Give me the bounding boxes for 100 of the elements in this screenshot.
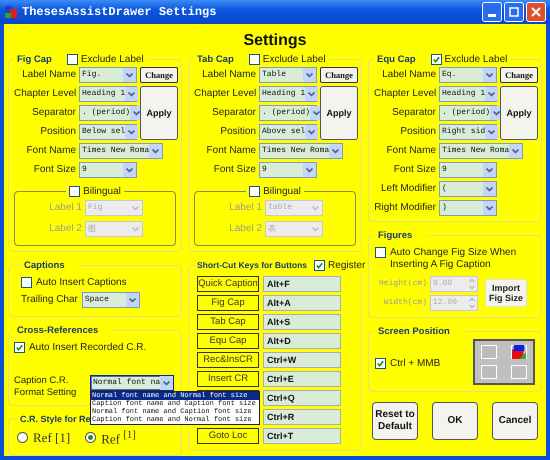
field-label: Label Name xyxy=(381,69,436,80)
field-label: Caption C.R. Format Setting xyxy=(14,374,78,399)
field-label: Separator xyxy=(391,107,436,118)
shortcut-button[interactable]: Insert CR xyxy=(197,370,259,387)
shortcut-button[interactable]: Equ Cap xyxy=(197,332,259,349)
dropdown[interactable]: Times New Roma xyxy=(439,142,523,159)
window-stack-icon xyxy=(511,344,527,359)
dropdown[interactable]: Table xyxy=(259,66,317,83)
dropdown[interactable]: Heading 1 xyxy=(259,86,317,102)
dropdown[interactable]: Space xyxy=(82,292,140,308)
checkbox[interactable] xyxy=(66,54,78,65)
checkbox[interactable] xyxy=(249,186,260,197)
minimize-button[interactable] xyxy=(482,2,502,22)
dropdown[interactable]: 9 xyxy=(79,162,137,178)
dropdown[interactable]: . (period) xyxy=(439,104,497,121)
shortcut-button[interactable]: Tab Cap xyxy=(197,314,259,330)
apply-button[interactable]: Apply xyxy=(320,86,358,140)
field-label: Trailing Char xyxy=(21,294,78,306)
group-title: Screen Position xyxy=(378,326,450,337)
position-cell[interactable] xyxy=(511,364,527,379)
checkbox-label: Exclude Label xyxy=(80,54,144,65)
shortcut-field[interactable]: Ctrl+R xyxy=(263,408,341,425)
radio-button[interactable] xyxy=(85,432,96,444)
dialog-button[interactable]: Reset to Default xyxy=(372,402,418,440)
field-label: Font Name xyxy=(386,145,436,156)
change-button[interactable]: Change xyxy=(500,66,538,83)
shortcut-field[interactable]: Alt+F xyxy=(263,276,341,292)
dropdown[interactable]: Below sel xyxy=(79,124,137,140)
field-label: Right Modifier xyxy=(374,202,436,214)
dropdown[interactable]: Eq. xyxy=(439,66,497,83)
dropdown[interactable]: Above sel xyxy=(259,124,317,140)
checkbox[interactable] xyxy=(314,260,326,271)
radio-label: Ref $^{[1]}$ xyxy=(101,428,136,447)
dropdown[interactable]: Heading 1 xyxy=(79,86,137,102)
checkbox[interactable] xyxy=(375,246,386,258)
shortcut-field[interactable]: Ctrl+W xyxy=(263,352,341,368)
dropdown[interactable]: Fig. xyxy=(79,66,137,83)
chevron-down-icon xyxy=(123,68,136,82)
apply-button[interactable]: Apply xyxy=(140,86,178,140)
field-label: Chapter Level xyxy=(194,88,256,100)
chevron-down-icon xyxy=(303,162,316,177)
dropdown[interactable]: Times New Roma xyxy=(259,142,343,159)
dropdown[interactable]: 9 xyxy=(259,162,317,178)
shortcut-field[interactable]: Alt+A xyxy=(263,294,341,311)
import-button[interactable]: Import Fig Size xyxy=(485,279,527,308)
checkbox[interactable] xyxy=(248,54,260,65)
shortcut-field[interactable]: Ctrl+E xyxy=(263,370,341,387)
shortcut-button[interactable]: Fig Cap xyxy=(197,294,259,311)
spinner-icon xyxy=(467,296,477,310)
field-label: Font Size xyxy=(32,164,76,176)
dialog-button[interactable]: OK xyxy=(432,402,478,440)
dropdown[interactable]: 9 xyxy=(439,162,497,178)
checkbox-label: Bilingual xyxy=(83,186,121,197)
change-button[interactable]: Change xyxy=(320,66,358,83)
maximize-button[interactable] xyxy=(504,2,524,22)
field-label: Label Name xyxy=(201,69,256,80)
checkbox-label: Bilingual xyxy=(263,186,301,197)
shortcut-field[interactable]: Ctrl+Q xyxy=(263,390,341,406)
chevron-down-icon xyxy=(483,68,496,82)
group-title: C.R. Style for Re xyxy=(20,414,91,424)
shortcut-field[interactable]: Alt+D xyxy=(263,332,341,349)
field-label: Font Size xyxy=(392,164,436,176)
chevron-down-icon xyxy=(303,68,316,82)
chevron-down-icon xyxy=(160,376,174,390)
dropdown[interactable]: . (period) xyxy=(79,104,137,121)
dropdown[interactable]: Right sid xyxy=(439,124,497,140)
chevron-down-icon xyxy=(485,86,498,101)
checkbox-label: Auto Insert Recorded C.R. xyxy=(29,342,146,353)
position-cell[interactable] xyxy=(481,344,497,359)
radio-button[interactable] xyxy=(17,432,28,444)
checkbox[interactable] xyxy=(430,54,442,65)
checkbox[interactable] xyxy=(69,186,80,197)
field-label: Position xyxy=(399,126,436,138)
dropdown[interactable]: Heading 1 xyxy=(439,86,497,102)
shortcut-field[interactable]: Alt+S xyxy=(263,314,341,330)
change-button[interactable]: Change xyxy=(140,66,178,83)
close-button[interactable] xyxy=(526,2,546,22)
radio-label: Ref [1] xyxy=(33,430,70,446)
dropdown[interactable]: ( xyxy=(439,180,497,197)
dropdown[interactable]: . (period) xyxy=(259,104,317,121)
field-label: Position xyxy=(39,126,76,138)
dropdown[interactable]: Normal font na xyxy=(90,374,174,391)
chevron-down-icon xyxy=(305,124,318,139)
field-label: Left Modifier xyxy=(380,183,436,194)
shortcut-button[interactable]: Rec&InsCR xyxy=(197,352,259,368)
checkbox[interactable] xyxy=(21,276,32,288)
shortcut-field[interactable]: Ctrl+T xyxy=(263,428,341,444)
dialog-button[interactable]: Cancel xyxy=(492,402,538,440)
chevron-down-icon xyxy=(483,162,496,177)
field-label: Label 2 xyxy=(48,223,82,234)
dropdown[interactable]: Times New Roma xyxy=(79,142,163,159)
apply-button[interactable]: Apply xyxy=(500,86,538,140)
checkbox[interactable] xyxy=(14,342,25,353)
position-cell[interactable] xyxy=(481,364,497,379)
checkbox[interactable] xyxy=(375,358,386,370)
shortcut-button[interactable]: Goto Loc xyxy=(197,428,259,444)
position-cell[interactable] xyxy=(511,344,527,359)
shortcut-button[interactable]: Quick Caption xyxy=(197,276,259,292)
dropdown[interactable]: ) xyxy=(439,200,497,216)
chevron-down-icon xyxy=(123,162,136,177)
